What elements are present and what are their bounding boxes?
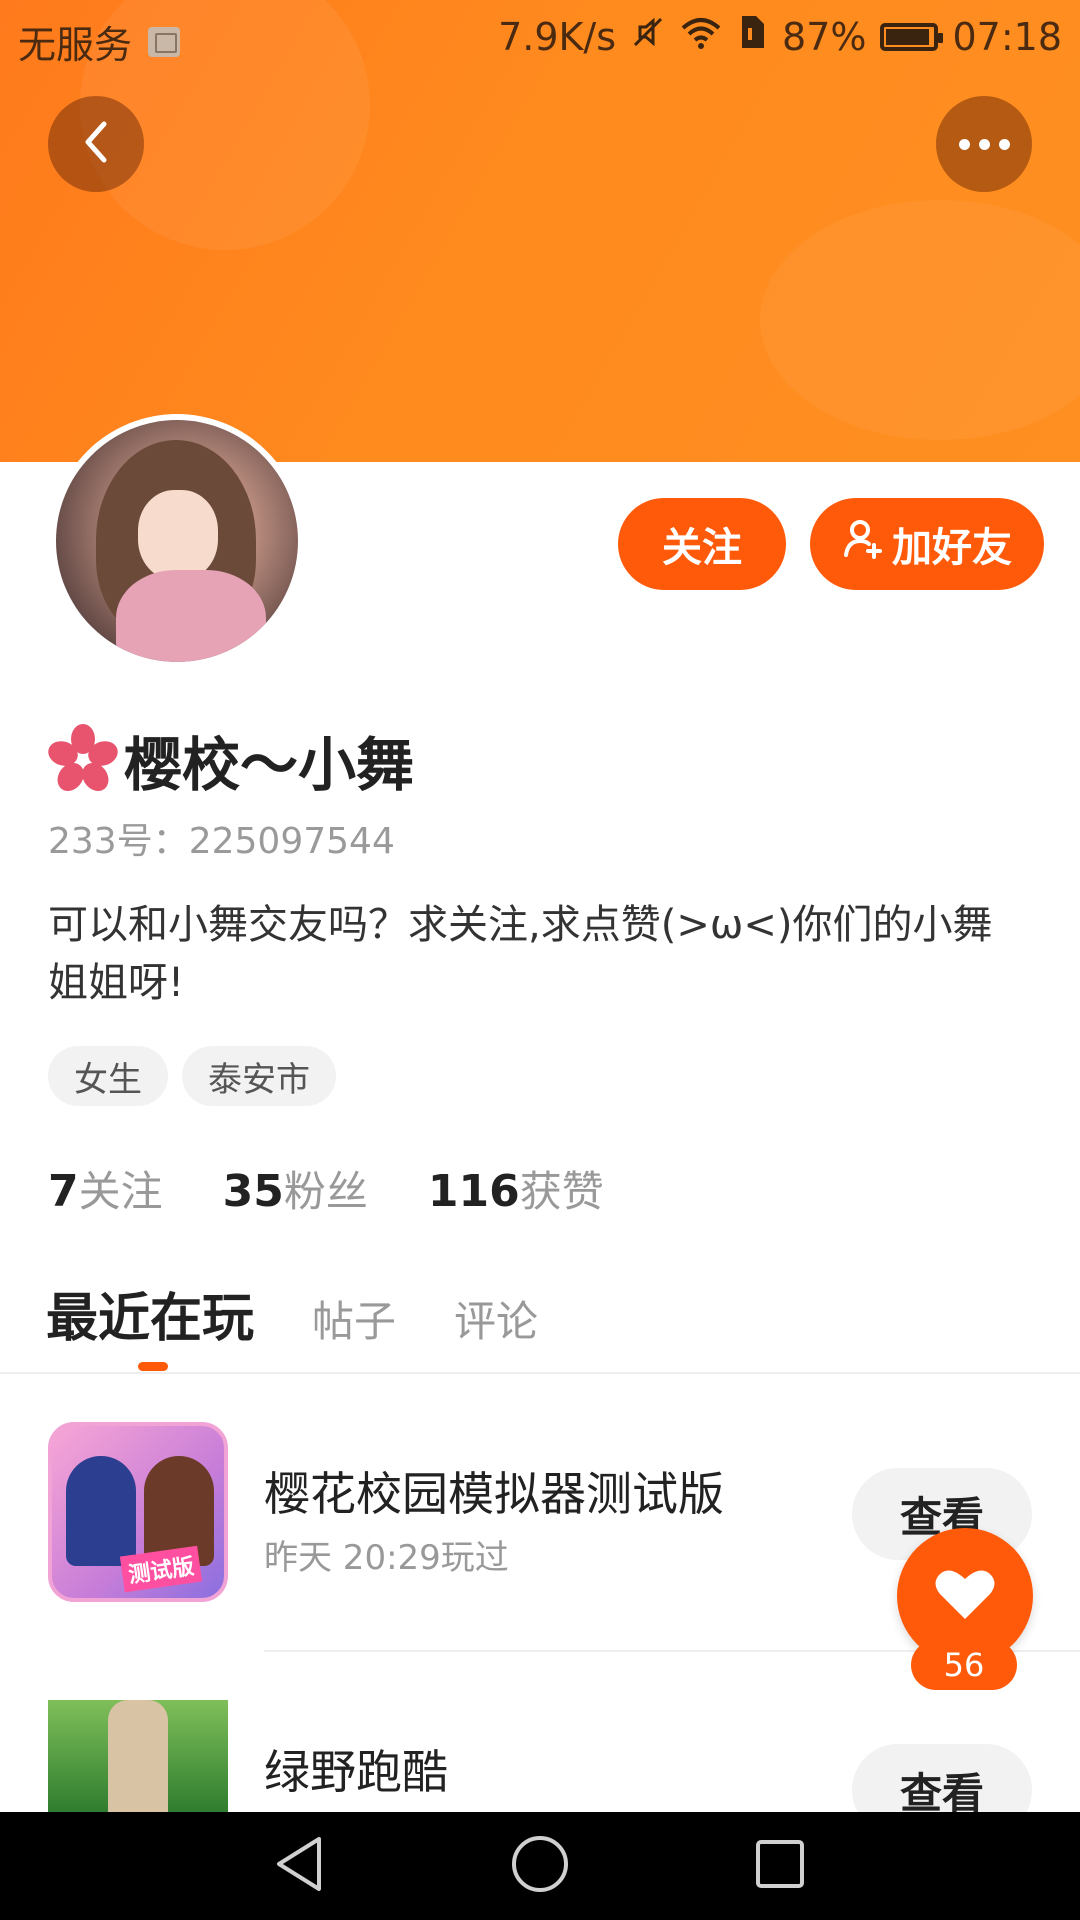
likes-stat: 116获赞 bbox=[427, 1166, 604, 1217]
profile-name: 樱校～小舞 bbox=[124, 731, 415, 799]
nav-back-icon bbox=[273, 1835, 327, 1897]
more-dots-icon bbox=[958, 138, 1010, 150]
battery-percent-text: 87% bbox=[782, 14, 867, 59]
divider bbox=[0, 1372, 1080, 1374]
gender-tag: 女生 bbox=[48, 1046, 168, 1106]
add-friend-button[interactable]: 加好友 bbox=[810, 498, 1044, 590]
tab-comments[interactable]: 评论 bbox=[454, 1288, 538, 1349]
wifi-icon bbox=[680, 15, 722, 59]
chevron-left-icon bbox=[76, 118, 116, 170]
mute-icon bbox=[630, 14, 666, 59]
status-bar: 无服务 7.9K/s 87% 07:18 bbox=[0, 0, 1080, 72]
carrier-text: 无服务 bbox=[18, 23, 133, 67]
nav-home-icon bbox=[510, 1834, 570, 1898]
battery-icon bbox=[880, 22, 944, 51]
add-friend-label: 加好友 bbox=[892, 525, 1012, 571]
nav-recents-button[interactable] bbox=[720, 1812, 840, 1920]
profile-bio: 可以和小舞交友吗？求关注,求点赞(>ω<)你们的小舞姐姐呀! bbox=[48, 902, 993, 1006]
location-tag: 泰安市 bbox=[182, 1046, 336, 1106]
user-id: 233号：225097544 bbox=[48, 821, 395, 862]
game-icon[interactable]: 测试版 bbox=[48, 1422, 228, 1602]
sakura-flower-icon bbox=[48, 723, 118, 797]
more-options-button[interactable] bbox=[936, 96, 1032, 192]
image-notification-icon bbox=[148, 26, 181, 57]
game-icon[interactable] bbox=[48, 1700, 228, 1812]
nav-back-button[interactable] bbox=[240, 1812, 360, 1920]
game-last-played: 昨天 20:29玩过 bbox=[264, 1538, 509, 1578]
game-title[interactable]: 樱花校园模拟器测试版 bbox=[264, 1458, 724, 1524]
heart-icon bbox=[933, 1565, 997, 1627]
back-button[interactable] bbox=[48, 96, 144, 192]
clock-text: 07:18 bbox=[952, 14, 1062, 59]
nav-home-button[interactable] bbox=[480, 1812, 600, 1920]
active-tab-indicator bbox=[138, 1362, 168, 1371]
fans-stat[interactable]: 35粉丝 bbox=[223, 1158, 368, 1219]
tab-posts[interactable]: 帖子 bbox=[312, 1288, 396, 1349]
tab-recently-played[interactable]: 最近在玩 bbox=[46, 1276, 254, 1351]
net-speed-text: 7.9K/s bbox=[498, 14, 617, 59]
profile-header-banner: 无服务 7.9K/s 87% 07:18 bbox=[0, 0, 1080, 462]
avatar[interactable] bbox=[50, 414, 304, 668]
system-nav-bar bbox=[0, 1812, 1080, 1920]
like-count: 56 bbox=[911, 1640, 1017, 1690]
follow-button[interactable]: 关注 bbox=[618, 498, 786, 590]
sim-icon bbox=[736, 14, 768, 59]
profile-stats: 7关注 35粉丝 116获赞 bbox=[48, 1158, 604, 1219]
game-title[interactable]: 绿野跑酷 bbox=[264, 1736, 448, 1802]
banner-decoration bbox=[760, 200, 1080, 440]
add-user-icon bbox=[842, 517, 886, 571]
nav-recents-icon bbox=[754, 1838, 806, 1894]
profile-tabs: 最近在玩 帖子 评论 bbox=[46, 1276, 538, 1351]
following-stat[interactable]: 7关注 bbox=[48, 1158, 163, 1219]
profile-tags: 女生 泰安市 bbox=[48, 1046, 336, 1106]
profile-name-row: 樱校～小舞 bbox=[48, 718, 414, 802]
